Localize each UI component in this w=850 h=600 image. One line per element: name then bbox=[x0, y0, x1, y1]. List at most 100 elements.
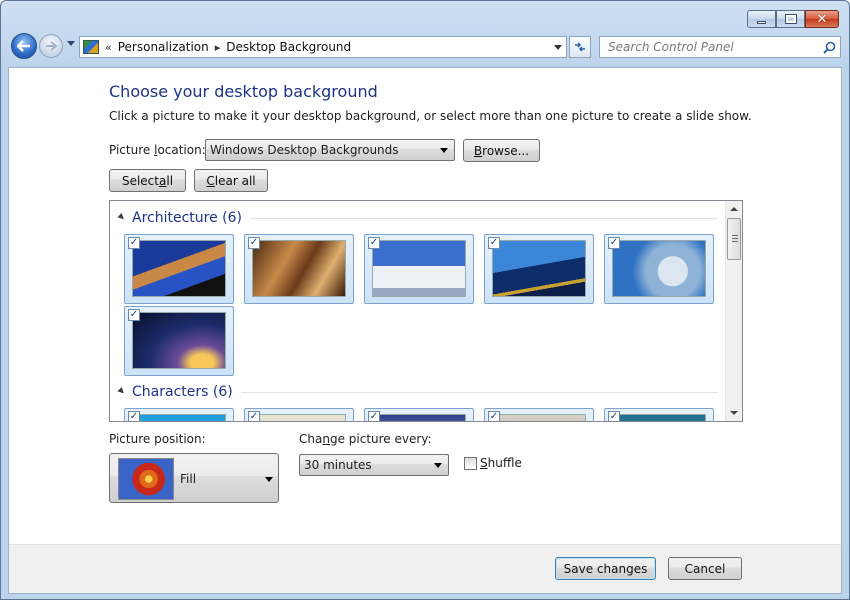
browse-button[interactable]: Browse... bbox=[463, 139, 540, 162]
wallpaper-image bbox=[372, 240, 466, 297]
wallpaper-thumbnail[interactable]: ✓ bbox=[124, 408, 234, 421]
thumbnail-checkbox[interactable]: ✓ bbox=[488, 237, 500, 249]
wallpaper-thumbnail[interactable]: ✓ bbox=[484, 408, 594, 421]
wallpaper-thumbnail[interactable]: ✓ bbox=[364, 408, 474, 421]
breadcrumb-personalization[interactable]: Personalization bbox=[118, 40, 209, 54]
wallpaper-image bbox=[132, 414, 226, 421]
wallpaper-image bbox=[252, 240, 346, 297]
wallpaper-image bbox=[132, 312, 226, 369]
group-divider bbox=[240, 391, 718, 393]
shuffle-checkbox-box[interactable] bbox=[464, 456, 477, 470]
picture-position-select[interactable]: Fill bbox=[109, 453, 279, 503]
picture-location-value: Windows Desktop Backgrounds bbox=[210, 143, 399, 157]
maximize-button[interactable] bbox=[776, 10, 805, 28]
minimize-icon bbox=[757, 20, 766, 24]
refresh-icon bbox=[575, 42, 585, 52]
grip-line bbox=[732, 235, 738, 236]
wallpaper-image bbox=[492, 240, 586, 297]
wallpaper-image bbox=[612, 240, 706, 297]
position-preview-image bbox=[118, 458, 174, 500]
change-picture-interval-select[interactable]: 30 minutes bbox=[299, 454, 449, 476]
address-dropdown-icon[interactable] bbox=[554, 45, 562, 50]
thumbnail-checkbox[interactable]: ✓ bbox=[608, 237, 620, 249]
control-panel-icon bbox=[83, 40, 99, 54]
clear-all-button[interactable]: Clear all bbox=[194, 169, 268, 192]
search-box[interactable] bbox=[599, 36, 841, 58]
picture-list: Architecture (6) ✓ ✓ ✓ ✓ ✓ ✓ Characters … bbox=[109, 200, 743, 422]
group-header-architecture[interactable]: Architecture (6) bbox=[117, 210, 718, 226]
shuffle-label: Shuffle bbox=[480, 456, 522, 470]
search-input[interactable] bbox=[606, 39, 820, 55]
wallpaper-image bbox=[252, 414, 346, 421]
grip-line bbox=[732, 241, 738, 242]
content-area: Choose your desktop background Click a p… bbox=[8, 67, 842, 594]
close-button[interactable]: ✕ bbox=[805, 10, 839, 28]
wallpaper-image bbox=[132, 240, 226, 297]
wallpaper-image bbox=[612, 414, 706, 421]
collapse-triangle-icon[interactable] bbox=[117, 213, 126, 222]
collapse-triangle-icon[interactable] bbox=[117, 387, 126, 396]
thumbnail-checkbox[interactable]: ✓ bbox=[488, 411, 500, 421]
search-icon[interactable] bbox=[820, 41, 838, 54]
recent-pages-dropdown[interactable] bbox=[67, 41, 75, 46]
thumbnail-checkbox[interactable]: ✓ bbox=[128, 411, 140, 421]
thumbnail-checkbox[interactable]: ✓ bbox=[128, 237, 140, 249]
breadcrumb-overflow[interactable]: « bbox=[105, 41, 112, 54]
scrollbar-thumb[interactable] bbox=[727, 218, 741, 260]
wallpaper-thumbnail[interactable]: ✓ bbox=[364, 234, 474, 304]
maximize-icon bbox=[784, 14, 797, 24]
shuffle-checkbox[interactable]: Shuffle bbox=[464, 456, 522, 470]
caption-buttons: ✕ bbox=[747, 10, 839, 28]
thumbnail-checkbox[interactable]: ✓ bbox=[368, 237, 380, 249]
save-changes-button[interactable]: Save changes bbox=[555, 557, 656, 580]
arrow-right-icon bbox=[46, 41, 57, 51]
back-button[interactable] bbox=[11, 33, 37, 59]
wallpaper-thumbnail[interactable]: ✓ bbox=[124, 306, 234, 376]
forward-button[interactable] bbox=[39, 34, 63, 58]
wallpaper-thumbnail[interactable]: ✓ bbox=[484, 234, 594, 304]
arrow-left-icon bbox=[17, 40, 30, 52]
picture-position-label: Picture position: bbox=[109, 432, 206, 446]
chevron-down-icon bbox=[265, 477, 273, 482]
group-title: Characters (6) bbox=[132, 384, 233, 400]
wallpaper-thumbnail[interactable]: ✓ bbox=[244, 234, 354, 304]
change-picture-label: Change picture every: bbox=[299, 432, 432, 446]
desktop-background-window: ✕ « Personalization ▸ Desktop Background bbox=[0, 0, 850, 600]
wallpaper-thumbnail[interactable]: ✓ bbox=[124, 234, 234, 304]
thumbnail-checkbox[interactable]: ✓ bbox=[248, 237, 260, 249]
page-description: Click a picture to make it your desktop … bbox=[109, 109, 752, 123]
grip-line bbox=[732, 238, 738, 239]
wallpaper-image bbox=[492, 414, 586, 421]
thumbnail-checkbox[interactable]: ✓ bbox=[248, 411, 260, 421]
footer-bar: Save changes Cancel bbox=[9, 544, 841, 593]
breadcrumb-separator[interactable]: ▸ bbox=[215, 41, 221, 54]
breadcrumb-desktop-background[interactable]: Desktop Background bbox=[226, 40, 351, 54]
picture-position-value: Fill bbox=[180, 472, 197, 486]
picture-location-label: Picture location: bbox=[109, 143, 206, 157]
picture-location-select[interactable]: Windows Desktop Backgrounds bbox=[205, 139, 455, 161]
wallpaper-thumbnail[interactable]: ✓ bbox=[604, 408, 714, 421]
group-title: Architecture (6) bbox=[132, 210, 242, 226]
chevron-down-icon bbox=[440, 148, 448, 153]
minimize-button[interactable] bbox=[747, 10, 776, 28]
group-divider bbox=[250, 217, 718, 219]
scroll-up-icon[interactable] bbox=[730, 207, 738, 211]
wallpaper-image bbox=[372, 414, 466, 421]
address-bar[interactable]: « Personalization ▸ Desktop Background bbox=[79, 36, 567, 58]
wallpaper-thumbnail[interactable]: ✓ bbox=[604, 234, 714, 304]
group-header-characters[interactable]: Characters (6) bbox=[117, 384, 718, 400]
change-picture-value: 30 minutes bbox=[304, 458, 372, 472]
select-all-button[interactable]: Select a ll bbox=[109, 169, 186, 192]
cancel-button[interactable]: Cancel bbox=[668, 557, 742, 580]
wallpaper-thumbnail[interactable]: ✓ bbox=[244, 408, 354, 421]
scroll-down-icon[interactable] bbox=[730, 411, 738, 415]
chevron-down-icon bbox=[434, 463, 442, 468]
page-title: Choose your desktop background bbox=[109, 82, 378, 101]
thumbnail-checkbox[interactable]: ✓ bbox=[368, 411, 380, 421]
close-icon: ✕ bbox=[816, 11, 828, 27]
vertical-scrollbar[interactable] bbox=[725, 201, 742, 421]
thumbnail-checkbox[interactable]: ✓ bbox=[608, 411, 620, 421]
navigation-bar: « Personalization ▸ Desktop Background bbox=[9, 33, 843, 61]
thumbnail-checkbox[interactable]: ✓ bbox=[128, 309, 140, 321]
refresh-button[interactable] bbox=[569, 36, 591, 58]
